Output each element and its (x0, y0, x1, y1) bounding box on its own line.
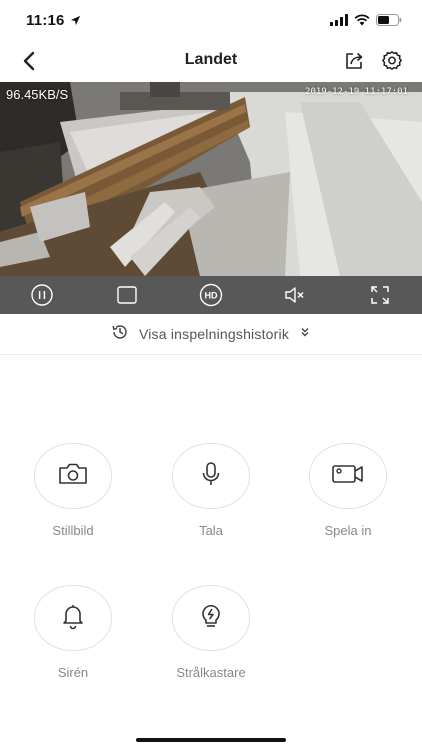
spotlight-label: Strålkastare (176, 665, 246, 680)
location-arrow-icon (70, 13, 81, 31)
share-icon[interactable] (342, 49, 366, 73)
status-time: 11:16 (26, 12, 65, 29)
record-button[interactable] (309, 443, 387, 509)
history-clock-icon (111, 323, 129, 346)
mute-icon[interactable] (281, 281, 309, 309)
status-indicators (330, 13, 402, 31)
battery-icon (376, 13, 402, 31)
recording-history-toggle[interactable]: Visa inspelningshistorik (0, 314, 422, 355)
siren-button[interactable] (34, 585, 112, 651)
double-chevron-down-icon (299, 325, 311, 343)
screen: 11:16 Landet 96.45KB/S 2019-12-19 11:17:… (0, 0, 422, 750)
hd-quality-icon[interactable]: HD (197, 281, 225, 309)
camera-scene-image (0, 82, 422, 276)
snapshot-label: Stillbild (52, 523, 94, 538)
screen-icon[interactable] (113, 281, 141, 309)
hd-badge-text: HD (204, 291, 217, 301)
video-control-bar: HD (0, 276, 422, 314)
talk-button[interactable] (172, 443, 250, 509)
spotlight-button[interactable] (172, 585, 250, 651)
fullscreen-icon[interactable] (366, 281, 394, 309)
gear-icon[interactable] (380, 49, 404, 73)
video-timestamp: 2019-12-19 11:17:01 (305, 87, 408, 97)
snapshot-action[interactable]: Stillbild (18, 443, 128, 538)
camera-icon (57, 461, 89, 492)
microphone-icon (199, 460, 223, 493)
nav-bar: Landet (0, 40, 422, 82)
light-bulb-icon (198, 602, 224, 635)
bitrate-readout: 96.45KB/S (6, 87, 69, 102)
siren-label: Sirén (57, 665, 89, 680)
talk-label: Tala (199, 523, 223, 538)
cellular-signal-icon (330, 13, 348, 31)
video-camera-icon (330, 461, 366, 492)
status-bar: 11:16 (0, 0, 422, 40)
bell-icon (60, 602, 86, 635)
talk-action[interactable]: Tala (156, 443, 266, 538)
home-indicator (136, 738, 286, 742)
siren-action[interactable]: Sirén (18, 585, 128, 680)
snapshot-button[interactable] (34, 443, 112, 509)
pause-icon[interactable] (28, 281, 56, 309)
history-label: Visa inspelningshistorik (138, 326, 290, 342)
record-action[interactable]: Spela in (293, 443, 403, 538)
camera-live-view[interactable]: 96.45KB/S 2019-12-19 11:17:01 (0, 82, 422, 276)
record-label: Spela in (324, 523, 372, 538)
wifi-icon (354, 13, 370, 31)
spotlight-action[interactable]: Strålkastare (156, 585, 266, 680)
